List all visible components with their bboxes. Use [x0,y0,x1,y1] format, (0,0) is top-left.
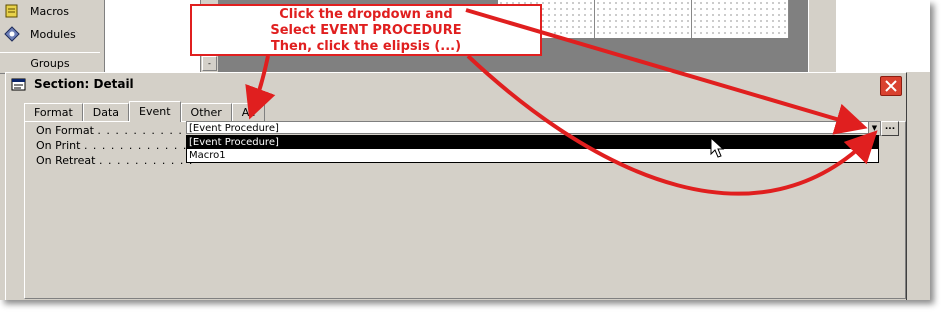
grid-cell [692,0,789,38]
dropdown-list: [Event Procedure] Macro1 [186,135,879,163]
window-edge-outer [836,0,930,72]
dialog-titlebar[interactable]: Section: Detail [6,73,906,97]
property-dots: . . . . . . . . . . . [98,154,194,167]
property-label: On Retreat [36,154,96,167]
dropdown-button[interactable]: ▼ [868,121,881,136]
property-on-retreat[interactable]: On Retreat . . . . . . . . . . . [36,154,193,168]
tab-all[interactable]: All [231,103,266,122]
nav-item-label: Modules [30,27,76,41]
property-dots: . . . . . . . . . . . . . [83,139,197,152]
macro-icon [4,3,20,19]
properties-dialog: Section: Detail Format Data Event Other … [5,72,907,300]
tab-data[interactable]: Data [82,103,130,122]
tab-format[interactable]: Format [24,103,83,122]
dialog-title: Section: Detail [34,77,134,91]
property-on-format[interactable]: On Format . . . . . . . . . . . [36,124,192,138]
dropdown-option-macro1[interactable]: Macro1 [187,149,878,162]
module-icon [4,26,20,42]
callout-line: Select EVENT PROCEDURE [270,23,462,38]
tab-event[interactable]: Event [129,101,181,122]
nav-item-modules[interactable]: Modules [4,23,100,45]
callout-line: Click the dropdown and [279,7,453,22]
property-tabs: Format Data Event Other All [24,101,266,122]
properties-icon [11,78,27,92]
close-button[interactable] [880,76,902,96]
window-edge [808,0,837,72]
callout-line: Then, click the elipsis (...) [270,39,462,54]
property-label: On Format [36,124,94,137]
chevron-down-icon: ▼ [871,124,878,132]
object-list-area [104,0,201,72]
scroll-down-arrow-icon[interactable]: - [202,56,217,71]
build-ellipsis-button[interactable]: ... [881,121,899,136]
nav-item-label: Macros [30,4,70,18]
dropdown-option-event-procedure[interactable]: [Event Procedure] [187,136,878,149]
screenshot-frame: Macros Modules Groups - Section: Detail [0,0,930,300]
database-nav-panel: Macros Modules Groups [0,0,100,74]
property-label: On Print [36,139,81,152]
groups-button[interactable]: Groups [0,52,100,74]
on-format-value-field[interactable]: [Event Procedure] [186,121,878,134]
close-icon [885,80,897,92]
nav-item-macros[interactable]: Macros [4,0,100,22]
property-dots: . . . . . . . . . . . [97,124,192,137]
property-on-print[interactable]: On Print . . . . . . . . . . . . . [36,139,196,153]
grid-cell [595,0,692,38]
instruction-callout: Click the dropdown and Select EVENT PROC… [190,4,542,56]
tab-other[interactable]: Other [180,103,232,122]
